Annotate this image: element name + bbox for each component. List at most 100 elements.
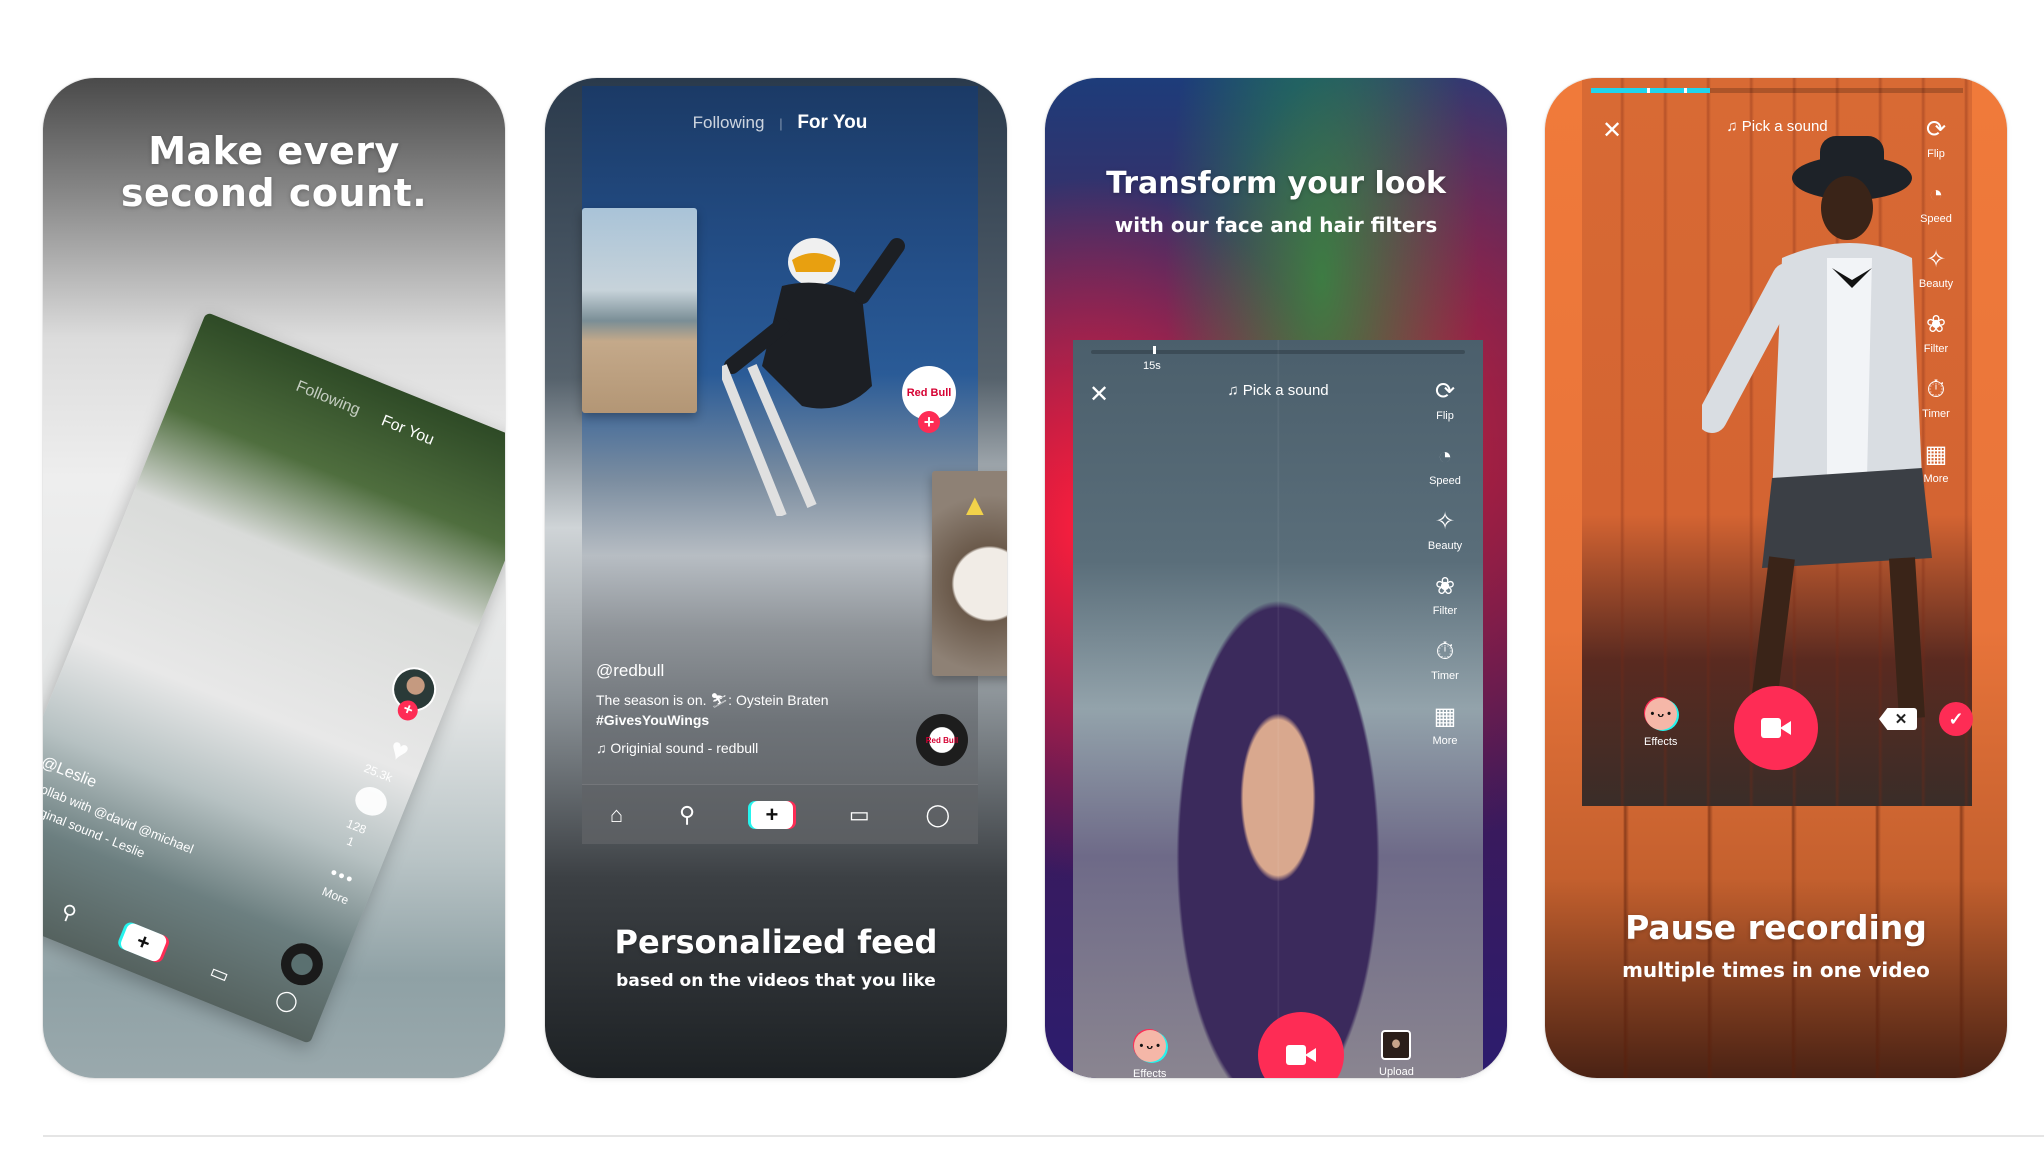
effects-button[interactable]: • ᴗ • Effects [1133, 1030, 1166, 1078]
more-grid-icon: ▦ [1924, 441, 1948, 468]
subline: based on the videos that you like [616, 971, 936, 991]
feed-tabs: Following For You [190, 336, 505, 491]
dancer-video-image [1702, 136, 1932, 720]
tool-filter[interactable]: ❀ Filter [1421, 573, 1469, 617]
feed-screen: Following | For You ▲▲ Red Bull + @redbu… [582, 86, 1007, 844]
tool-label: Timer [1431, 670, 1459, 682]
inbox-icon[interactable]: ▭ [849, 802, 870, 828]
headline: Transform your look [1106, 166, 1446, 201]
recording-progress-track [1591, 88, 1963, 93]
tool-label: More [1432, 735, 1458, 747]
inbox-icon[interactable]: ▭ [206, 958, 233, 988]
beauty-wand-icon: ✧ [1434, 508, 1456, 535]
yoga-video-thumbnail[interactable] [582, 208, 697, 413]
hashtag-link[interactable]: #GivesYouWings [596, 712, 709, 728]
video-camera-icon [1286, 1045, 1316, 1065]
timer-icon: ⏱ [1435, 638, 1455, 665]
tilted-feed-card: Following For You + ♥ 25.3k 128 1 ••• Mo… [43, 311, 505, 1045]
tab-for-you[interactable]: For You [379, 412, 437, 448]
create-button[interactable]: + [750, 800, 793, 829]
heart-icon[interactable]: ♥ [384, 732, 414, 770]
tool-label: Beauty [1918, 278, 1954, 290]
description-text: The season is on. ⛷: Oystein Braten [596, 692, 829, 708]
camera-tools: ⟳ Flip ◔ Speed ✧ Beauty ❀ Filter ⏱ Timer ▦ Mor… [1912, 116, 1960, 506]
tool-beauty[interactable]: ✧ Beauty [1912, 246, 1960, 290]
comment-icon[interactable] [350, 782, 392, 821]
subline: with our face and hair filters [1114, 213, 1438, 237]
search-icon[interactable]: ⚲ [57, 898, 80, 927]
filter-icon: ❀ [1925, 311, 1947, 338]
recording-progress-track [1091, 350, 1465, 354]
tool-speed[interactable]: ◔ Speed [1421, 443, 1469, 487]
beauty-wand-icon: ✧ [1925, 246, 1947, 273]
effects-label: Effects [1644, 736, 1678, 748]
tab-following[interactable]: Following [294, 378, 363, 419]
tab-following[interactable]: Following [693, 113, 765, 132]
sound-text: Originial sound - redbull [610, 740, 759, 756]
camera-tools: ⟳ Flip ◔ Speed ✧ Beauty ❀ Filter ⏱ Timer ▦ Mor… [1421, 378, 1469, 768]
filter-icon: ❀ [1434, 573, 1456, 600]
record-button[interactable] [1258, 1012, 1344, 1078]
screenshot-pause-recording: ✕ ♫ Pick a sound ⟳ Flip ◔ Speed ✧ Beauty ❀ F… [1545, 78, 2007, 1078]
section-divider [43, 1135, 2044, 1137]
flip-icon: ⟳ [1434, 378, 1456, 405]
tool-label: Filter [1432, 605, 1458, 617]
effects-face-icon: • ᴗ • [1644, 698, 1677, 730]
tool-label: Filter [1923, 343, 1949, 355]
home-icon[interactable]: ⌂ [610, 802, 623, 828]
tool-beauty[interactable]: ✧ Beauty [1421, 508, 1469, 552]
profile-icon[interactable]: ◯ [272, 985, 302, 1017]
tool-filter[interactable]: ❀ Filter [1912, 311, 1960, 355]
video-camera-icon [1761, 718, 1791, 738]
tab-for-you[interactable]: For You [797, 112, 867, 133]
camera-screen: 15s ✕ ♫ Pick a sound ⟳ Flip ◔ Speed ✧ Beaut… [1073, 340, 1483, 1078]
headline: Make every second count. [43, 130, 505, 214]
screenshot-make-every-second-count: Make every second count. Following For Y… [43, 78, 505, 1078]
timer-icon: ⏱ [1926, 376, 1946, 403]
effects-label: Effects [1133, 1068, 1167, 1078]
segment-marker [1684, 88, 1687, 93]
effects-button[interactable]: • ᴗ • Effects [1644, 698, 1677, 748]
music-note-icon: ♫ [1227, 382, 1243, 399]
headline: Pause recording [1625, 908, 1927, 947]
subline: multiple times in one video [1622, 958, 1930, 982]
tool-label: Speed [1429, 475, 1461, 487]
cat-ears-icon: ▲▲ [960, 489, 1007, 522]
profile-icon[interactable]: ◯ [925, 802, 950, 828]
flip-icon: ⟳ [1925, 116, 1947, 143]
tool-label: Timer [1922, 408, 1950, 420]
upload-thumbnail [1381, 1030, 1412, 1060]
tool-speed[interactable]: ◔ Speed [1912, 181, 1960, 225]
tab-separator: | [779, 116, 783, 131]
search-icon[interactable]: ⚲ [679, 802, 695, 828]
done-checkmark-button[interactable]: ✓ [1939, 702, 1973, 736]
tool-more[interactable]: ▦ More [1912, 441, 1960, 485]
tool-timer[interactable]: ⏱ Timer [1421, 638, 1469, 682]
headline-line-2: second count. [120, 171, 428, 215]
music-note-icon: ♫ [1726, 118, 1742, 135]
upload-button[interactable]: Upload [1379, 1030, 1414, 1078]
feed-tabs: Following | For You [582, 112, 978, 134]
create-button[interactable]: + [118, 921, 169, 964]
username[interactable]: @redbull [596, 661, 664, 681]
duration-marker [1153, 346, 1156, 354]
record-button[interactable] [1734, 686, 1818, 770]
screenshot-personalized-feed: Following | For You ▲▲ Red Bull + @redbu… [545, 78, 1007, 1078]
sound-disc-icon[interactable]: Red Bull [916, 714, 968, 766]
tool-flip[interactable]: ⟳ Flip [1912, 116, 1960, 160]
more-grid-icon: ▦ [1433, 703, 1457, 730]
music-note-icon: ♫ [596, 740, 611, 756]
camera-screen: ✕ ♫ Pick a sound ⟳ Flip ◔ Speed ✧ Beauty ❀ F… [1582, 78, 1973, 806]
tool-flip[interactable]: ⟳ Flip [1421, 378, 1469, 422]
tool-more[interactable]: ▦ More [1421, 703, 1469, 747]
bottom-nav: ⌂ ⚲ + ▭ ◯ [43, 859, 328, 1031]
duration-label: 15s [1143, 360, 1161, 372]
sound-label[interactable]: ♫ Originial sound - redbull [596, 740, 758, 756]
cat-video-thumbnail[interactable]: ▲▲ [932, 471, 1007, 676]
pick-sound-label: Pick a sound [1242, 382, 1329, 399]
tool-label: Beauty [1427, 540, 1463, 552]
follow-plus-icon[interactable]: + [918, 411, 940, 433]
tool-timer[interactable]: ⏱ Timer [1912, 376, 1960, 420]
segment-marker [1646, 88, 1650, 93]
speed-icon: ◔ [1437, 443, 1453, 470]
